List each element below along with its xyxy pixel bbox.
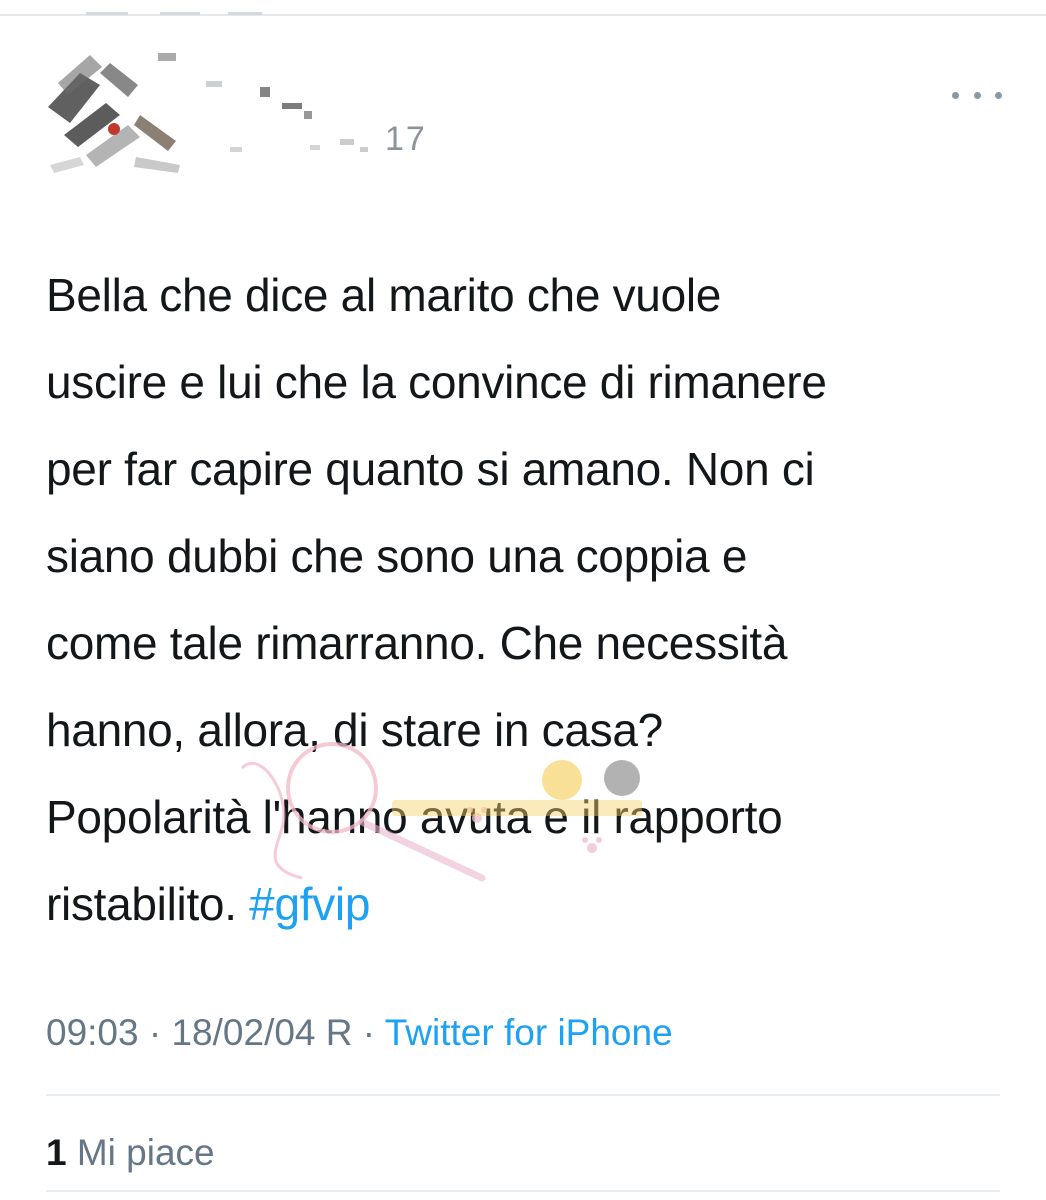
tweet-line: ristabilito. (46, 878, 237, 930)
top-border-segment (86, 12, 128, 15)
divider (46, 1190, 1000, 1192)
tweet-line: per far capire quanto si amano. Non ci (46, 443, 815, 495)
tweet-date: 18/02/04 R (171, 1012, 353, 1053)
tweet-time: 09:03 (46, 1012, 139, 1053)
divider (46, 1094, 1000, 1096)
more-dot (952, 91, 959, 99)
tweet-line: come tale rimarranno. Che necessità (46, 617, 788, 669)
meta-separator: · (362, 1012, 376, 1053)
top-border-segment (228, 12, 262, 15)
tweet-text: Bella che dice al marito che vuole uscir… (46, 252, 1036, 948)
meta-separator: · (148, 1012, 162, 1053)
tweet-line: Popolarità l'hanno avuta e il rapporto (46, 791, 783, 843)
tweet-line: siano dubbi che sono una coppia e (46, 530, 748, 582)
likes-count: 1 (46, 1132, 67, 1173)
top-border (0, 14, 1046, 16)
tweet-line: uscire e lui che la convince di rimanere (46, 356, 827, 408)
avatar[interactable] (40, 45, 190, 185)
handle-fragment: 17 (385, 120, 427, 158)
tweet-line: Bella che dice al marito che vuole (46, 269, 722, 321)
hashtag-link[interactable]: #gfvip (249, 878, 370, 930)
more-dot (995, 91, 1002, 99)
tweet-line: hanno, allora, di stare in casa? (46, 704, 663, 756)
tweet-source-link[interactable]: Twitter for iPhone (385, 1012, 673, 1053)
tweet-metadata: 09:03 · 18/02/04 R · Twitter for iPhone (46, 1012, 673, 1054)
top-border-segment (160, 12, 200, 15)
likes-stat[interactable]: 1 Mi piace (46, 1132, 215, 1174)
likes-label: Mi piace (76, 1132, 215, 1173)
more-dot (973, 91, 981, 99)
more-horizontal-icon[interactable] (952, 84, 1002, 106)
